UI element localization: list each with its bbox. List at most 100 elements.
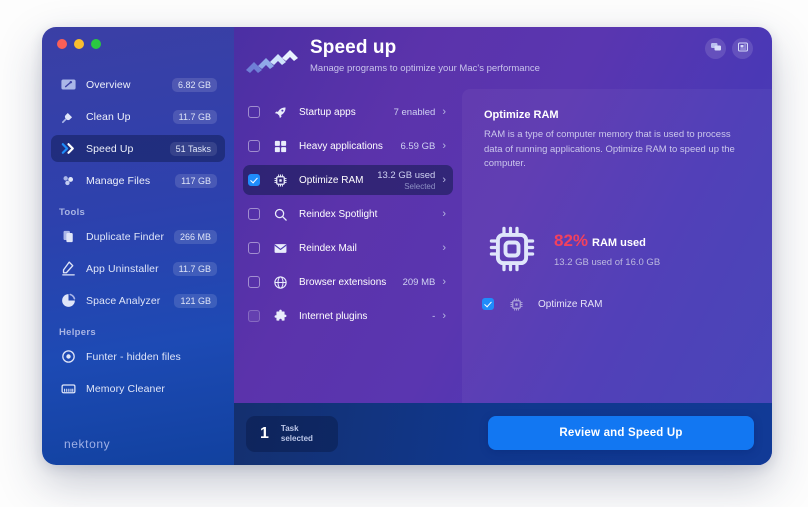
close-button[interactable] [57, 39, 67, 49]
chevron-right-icon[interactable]: › [442, 140, 446, 152]
sidebar-item-speed-up[interactable]: Speed Up 51 Tasks [51, 135, 225, 162]
page-header: Speed up Manage programs to optimize you… [234, 27, 772, 89]
task-value-group: 209 MB [403, 277, 436, 288]
header-buttons [705, 38, 753, 59]
task-value-group: 6.59 GB [400, 141, 435, 152]
task-checkbox[interactable] [248, 140, 260, 152]
page-subtitle: Manage programs to optimize your Mac's p… [310, 63, 540, 74]
sidebar-item-badge: 51 Tasks [169, 141, 217, 156]
sidebar-item-label: Duplicate Finder [86, 230, 165, 243]
detail-title: Optimize RAM [484, 109, 559, 121]
overview-icon [59, 75, 78, 94]
brand-logo: nektony [64, 437, 111, 451]
sidebar: Overview 6.82 GB Clean Up 11.7 GB Speed … [42, 27, 234, 465]
detail-checkbox[interactable] [482, 298, 494, 310]
chip-icon [272, 172, 288, 188]
chevron-right-icon[interactable]: › [442, 208, 446, 220]
zoom-button[interactable] [91, 39, 101, 49]
task-checkbox[interactable] [248, 208, 260, 220]
sidebar-item-label: Clean Up [86, 110, 131, 123]
detail-header: Optimize RAM RAM is a type of computer m… [462, 89, 772, 172]
sidebar-item-app-uninstaller[interactable]: App Uninstaller 11.7 GB [51, 255, 225, 282]
task-value-group: - [432, 311, 435, 322]
task-checkbox[interactable] [248, 242, 260, 254]
sidebar-item-manage-files[interactable]: Manage Files 117 GB [51, 167, 225, 194]
sidebar-item-label: Memory Cleaner [86, 382, 166, 395]
sidebar-item-badge [205, 355, 217, 359]
review-and-speed-up-button[interactable]: Review and Speed Up [488, 416, 754, 450]
task-value: 7 enabled [393, 106, 436, 118]
sidebar-item-label: App Uninstaller [86, 262, 159, 275]
task-value: - [432, 310, 436, 322]
chevron-right-icon[interactable]: › [442, 242, 446, 254]
sidebar-item-clean-up[interactable]: Clean Up 11.7 GB [51, 103, 225, 130]
task-row[interactable]: Internet plugins - › [243, 301, 453, 331]
task-checkbox[interactable] [248, 106, 260, 118]
task-value: 13.2 GB used [377, 169, 436, 181]
minimize-button[interactable] [74, 39, 84, 49]
ram-text: 82% RAM used 13.2 GB used of 16.0 GB [554, 231, 660, 268]
ram-percent: 82% [554, 230, 589, 250]
chevron-right-icon[interactable]: › [442, 174, 446, 186]
chip-icon [508, 296, 524, 312]
detail-description: RAM is a type of computer memory that is… [484, 129, 735, 170]
task-row[interactable]: Heavy applications 6.59 GB › [243, 131, 453, 161]
memory-icon [59, 379, 78, 398]
puzzle-icon [272, 308, 288, 324]
sidebar-item-badge: 266 MB [173, 229, 217, 244]
double-chevron-icon [59, 139, 78, 158]
ram-used-label: RAM used [592, 236, 646, 249]
sidebar-item-space-analyzer[interactable]: Space Analyzer 121 GB [51, 287, 225, 314]
task-label: Internet plugins [299, 310, 368, 322]
task-checkbox[interactable] [248, 174, 260, 186]
broom-icon [59, 107, 78, 126]
sidebar-item-label: Manage Files [86, 174, 151, 187]
task-value-group: 7 enabled [394, 107, 436, 118]
task-label: Startup apps [299, 106, 356, 118]
task-row[interactable]: Reindex Mail › [243, 233, 453, 263]
window-controls[interactable] [57, 39, 101, 49]
detail-checkbox-row[interactable]: Optimize RAM [482, 296, 602, 312]
sidebar-item-badge: 117 GB [175, 173, 217, 188]
sidebar-item-memory-cleaner[interactable]: Memory Cleaner [51, 375, 225, 402]
sidebar-nav: Overview 6.82 GB Clean Up 11.7 GB Speed … [51, 71, 225, 407]
sidebar-item-funter[interactable]: Funter - hidden files [51, 343, 225, 370]
selection-label: Task selected [281, 424, 313, 445]
sidebar-item-duplicate-finder[interactable]: Duplicate Finder 266 MB [51, 223, 225, 250]
main-content: Speed up Manage programs to optimize you… [234, 27, 772, 465]
chip-icon [486, 223, 538, 275]
target-icon [59, 347, 78, 366]
uninstaller-icon [59, 259, 78, 278]
grid-icon [272, 138, 288, 154]
selection-label-line2: selected [280, 434, 313, 443]
page-footer: 1 Task selected Review and Speed Up [234, 403, 772, 465]
globe-icon [272, 274, 288, 290]
chevron-right-icon[interactable]: › [442, 310, 446, 322]
task-label: Browser extensions [299, 276, 387, 288]
task-row-optimize-ram[interactable]: Optimize RAM 13.2 GB used Selected › [243, 165, 453, 195]
ram-headline: 82% RAM used [554, 231, 660, 251]
task-value-group: 13.2 GB used Selected [377, 170, 435, 191]
task-status: Selected [404, 181, 436, 191]
news-button[interactable] [732, 38, 753, 59]
sidebar-item-badge [205, 387, 217, 391]
task-row[interactable]: Browser extensions 209 MB › [243, 267, 453, 297]
sidebar-item-badge: 121 GB [174, 293, 217, 308]
page-header-text: Speed up Manage programs to optimize you… [310, 37, 540, 74]
chevron-right-icon[interactable]: › [442, 276, 446, 288]
task-row[interactable]: Reindex Spotlight › [243, 199, 453, 229]
chevron-right-icon[interactable]: › [442, 106, 446, 118]
task-checkbox[interactable] [248, 310, 260, 322]
page-title: Speed up [310, 37, 397, 58]
task-row[interactable]: Startup apps 7 enabled › [243, 97, 453, 127]
sidebar-item-label: Space Analyzer [86, 294, 161, 307]
chat-button[interactable] [705, 38, 726, 59]
task-label: Heavy applications [299, 140, 383, 152]
sidebar-item-overview[interactable]: Overview 6.82 GB [51, 71, 225, 98]
sidebar-section-tools: Tools [59, 207, 86, 218]
task-checkbox[interactable] [248, 276, 260, 288]
task-label: Reindex Mail [299, 242, 357, 254]
review-and-speed-up-label: Review and Speed Up [559, 427, 683, 439]
chat-icon [710, 40, 722, 58]
ram-detail: 13.2 GB used of 16.0 GB [554, 256, 661, 268]
